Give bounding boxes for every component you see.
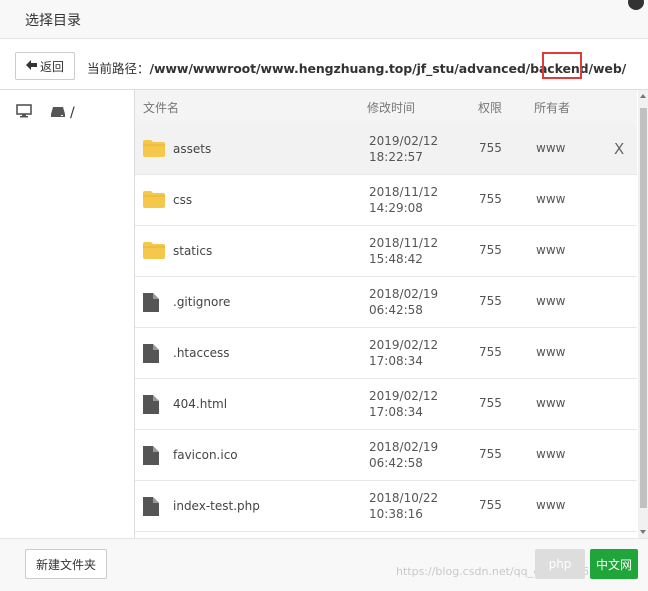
modified-clock: 15:48:42 bbox=[369, 252, 423, 266]
table-header: 文件名 修改时间 权限 所有者 bbox=[135, 90, 637, 125]
file-name[interactable]: assets bbox=[173, 142, 211, 156]
permission: 755 bbox=[479, 498, 502, 512]
root-directory-label[interactable]: / bbox=[70, 105, 75, 121]
modified-clock: 10:38:16 bbox=[369, 507, 423, 521]
modified-clock: 18:22:57 bbox=[369, 150, 423, 164]
modified-clock: 06:42:58 bbox=[369, 456, 423, 470]
owner: www bbox=[536, 192, 566, 206]
table-row[interactable]: index-test.php 2018/10/22 10:38:16 755 www bbox=[135, 481, 637, 532]
file-name[interactable]: index-test.php bbox=[173, 499, 260, 513]
file-icon bbox=[143, 497, 159, 519]
table-row[interactable]: assets 2019/02/12 18:22:57 755 www X bbox=[135, 124, 637, 175]
modified-time: 2018/02/19 06:42:58 bbox=[369, 286, 438, 318]
table-row[interactable]: .gitignore 2018/02/19 06:42:58 755 www bbox=[135, 277, 637, 328]
table-row[interactable]: favicon.ico 2018/02/19 06:42:58 755 www bbox=[135, 430, 637, 481]
modified-time: 2018/11/12 14:29:08 bbox=[369, 184, 438, 216]
modified-date: 2018/02/19 bbox=[369, 440, 439, 454]
owner: www bbox=[536, 243, 566, 257]
file-name[interactable]: .gitignore bbox=[173, 295, 230, 309]
dialog-title-bar: 选择目录 bbox=[0, 0, 648, 39]
modified-clock: 17:08:34 bbox=[369, 354, 423, 368]
permission: 755 bbox=[479, 447, 502, 461]
table-row[interactable]: css 2018/11/12 14:29:08 755 www bbox=[135, 175, 637, 226]
permission: 755 bbox=[479, 192, 502, 206]
column-header-owner[interactable]: 所有者 bbox=[534, 99, 570, 116]
modified-date: 2019/02/12 bbox=[369, 389, 439, 403]
disk-icon[interactable] bbox=[50, 103, 66, 122]
modified-date: 2018/11/12 bbox=[369, 236, 439, 250]
modified-date: 2018/02/19 bbox=[369, 287, 439, 301]
new-folder-button[interactable]: 新建文件夹 bbox=[25, 549, 107, 579]
select-button[interactable]: 中文网 bbox=[590, 549, 638, 579]
file-icon bbox=[143, 344, 159, 366]
owner: www bbox=[536, 294, 566, 308]
file-name[interactable]: statics bbox=[173, 244, 212, 258]
select-directory-dialog: 选择目录 返回 当前路径：/www/wwwroot/www.hengzhuang… bbox=[0, 0, 648, 591]
directory-sidebar: / bbox=[0, 90, 135, 538]
path-bar: 返回 当前路径：/www/wwwroot/www.hengzhuang.top/… bbox=[0, 39, 648, 90]
table-row[interactable]: 404.html 2019/02/12 17:08:34 755 www bbox=[135, 379, 637, 430]
modified-time: 2018/11/12 15:48:42 bbox=[369, 235, 438, 267]
column-header-perm[interactable]: 权限 bbox=[478, 99, 502, 116]
modified-clock: 17:08:34 bbox=[369, 405, 423, 419]
folder-icon bbox=[143, 140, 165, 160]
file-name[interactable]: .htaccess bbox=[173, 346, 230, 360]
current-path-label: 当前路径： bbox=[87, 61, 150, 76]
permission: 755 bbox=[479, 345, 502, 359]
back-button-label: 返回 bbox=[39, 59, 64, 74]
file-name[interactable]: favicon.ico bbox=[173, 448, 238, 462]
modified-date: 2019/02/12 bbox=[369, 134, 439, 148]
column-header-mtime[interactable]: 修改时间 bbox=[367, 99, 415, 116]
owner: www bbox=[536, 498, 566, 512]
modified-date: 2018/10/22 bbox=[369, 491, 439, 505]
file-icon bbox=[143, 446, 159, 468]
scrollbar[interactable] bbox=[638, 90, 648, 538]
modified-time: 2019/02/12 17:08:34 bbox=[369, 337, 438, 369]
modified-time: 2019/02/12 18:22:57 bbox=[369, 133, 438, 165]
file-name[interactable]: 404.html bbox=[173, 397, 227, 411]
column-header-name[interactable]: 文件名 bbox=[143, 99, 179, 116]
modified-date: 2018/11/12 bbox=[369, 185, 439, 199]
owner: www bbox=[536, 447, 566, 461]
scroll-down-icon[interactable] bbox=[640, 530, 646, 534]
folder-icon bbox=[143, 242, 165, 262]
modified-time: 2018/10/22 10:38:16 bbox=[369, 490, 438, 522]
permission: 755 bbox=[479, 396, 502, 410]
file-table: 文件名 修改时间 权限 所有者 assets 2019/02/12 18:22:57… bbox=[135, 90, 637, 538]
arrow-left-icon bbox=[25, 59, 37, 73]
table-row[interactable]: .htaccess 2019/02/12 17:08:34 755 www bbox=[135, 328, 637, 379]
scrollbar-thumb[interactable] bbox=[640, 108, 647, 508]
permission: 755 bbox=[479, 141, 502, 155]
scroll-up-icon[interactable] bbox=[640, 94, 646, 98]
back-button[interactable]: 返回 bbox=[15, 52, 75, 80]
permission: 755 bbox=[479, 294, 502, 308]
modified-date: 2019/02/12 bbox=[369, 338, 439, 352]
owner: www bbox=[536, 141, 566, 155]
file-icon bbox=[143, 395, 159, 417]
remove-button[interactable]: X bbox=[614, 140, 624, 158]
file-icon bbox=[143, 293, 159, 315]
modified-clock: 06:42:58 bbox=[369, 303, 423, 317]
highlight-box bbox=[542, 52, 582, 79]
owner: www bbox=[536, 345, 566, 359]
dialog-title: 选择目录 bbox=[25, 13, 81, 29]
cancel-button[interactable]: php bbox=[535, 549, 585, 579]
owner: www bbox=[536, 396, 566, 410]
modified-time: 2019/02/12 17:08:34 bbox=[369, 388, 438, 420]
modified-time: 2018/02/19 06:42:58 bbox=[369, 439, 438, 471]
permission: 755 bbox=[479, 243, 502, 257]
computer-icon[interactable] bbox=[16, 103, 32, 122]
file-name[interactable]: css bbox=[173, 193, 192, 207]
close-icon[interactable] bbox=[628, 0, 644, 10]
folder-icon bbox=[143, 191, 165, 211]
modified-clock: 14:29:08 bbox=[369, 201, 423, 215]
table-row[interactable]: statics 2018/11/12 15:48:42 755 www bbox=[135, 226, 637, 277]
dialog-footer: 新建文件夹 https://blog.csdn.net/qq_42426396 … bbox=[0, 538, 648, 591]
